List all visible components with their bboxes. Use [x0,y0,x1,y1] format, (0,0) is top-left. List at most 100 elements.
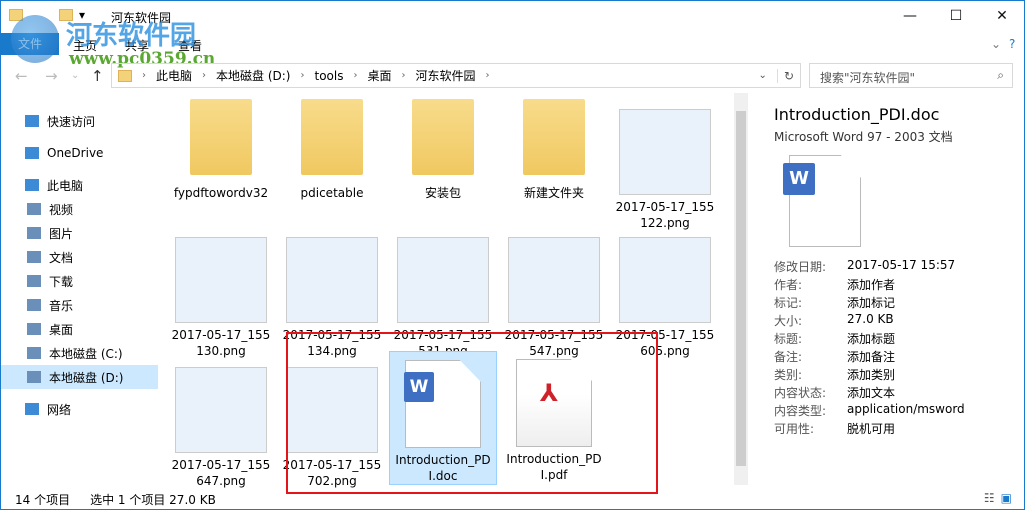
drive-icon [27,347,41,359]
scrollbar-thumb[interactable] [736,111,746,466]
breadcrumb[interactable]: 本地磁盘 (D:) [216,67,290,84]
sidebar-item[interactable]: 本地磁盘 (D:) [1,365,158,389]
details-title: Introduction_PDI.doc [774,105,940,124]
chevron-icon: › [142,70,146,81]
star-icon [25,115,39,127]
help-icon[interactable]: ? [1009,37,1015,51]
property-value: 2017-05-17 15:57 [847,258,956,272]
image-thumbnail-icon [175,237,267,323]
property-label: 可用性: [774,422,815,436]
image-thumbnail-icon [508,237,600,323]
vertical-scrollbar[interactable] [734,93,748,485]
chevron-icon: › [300,70,305,81]
property-value[interactable]: 添加标题 [847,330,895,348]
property-value[interactable]: 添加标记 [847,294,895,312]
breadcrumb[interactable]: 河东软件园 [415,67,475,84]
maximize-button[interactable]: ☐ [933,1,979,31]
breadcrumb[interactable]: 桌面 [367,67,391,84]
desktop-icon [27,323,41,335]
search-input[interactable]: 搜索"河东软件园" ⌕ [809,63,1013,88]
property-value[interactable]: 添加类别 [847,366,895,384]
file-item[interactable]: pdicetable [278,93,386,201]
chevron-icon: › [353,70,358,81]
sidebar-item-label: 桌面 [49,322,74,337]
sidebar-item-label: 图片 [49,226,74,241]
chevron-icon: › [401,70,406,81]
sidebar-item-label: 本地磁盘 (D:) [49,370,124,385]
property-label: 修改日期: [774,260,827,274]
property-value[interactable]: 添加备注 [847,348,895,366]
breadcrumb[interactable]: 此电脑 [156,67,192,84]
computer-icon [25,179,39,191]
document-icon [27,251,41,263]
file-name: 安装包 [424,186,461,200]
forward-icon[interactable]: → [45,67,58,85]
properties-list: 修改日期: 2017-05-17 15:57 作者: 添加作者 标记: 添加标记 大小: 27… [774,258,965,438]
item-count: 14 个项目 [15,493,71,507]
property-label: 作者: [774,278,803,292]
image-thumbnail-icon [397,237,489,323]
up-icon[interactable]: ↑ [91,67,104,85]
property-label: 备注: [774,350,803,364]
navigation-pane: 快速访问 OneDrive 此电脑视频图片文档下载音乐桌面本地磁盘 (C:) 本地磁盘… [1,101,158,481]
details-view-icon[interactable]: ☷ [984,491,995,505]
image-thumbnail-icon [619,237,711,323]
minimize-button[interactable]: — [887,1,933,31]
sidebar-item-label: 本地磁盘 (C:) [49,346,123,361]
sidebar-item[interactable]: 下载 [1,269,158,293]
sidebar-item[interactable]: 视频 [1,197,158,221]
sidebar-item-label: 文档 [49,250,74,265]
file-item[interactable]: 新建文件夹 [500,93,608,201]
folder-icon [118,69,132,82]
image-thumbnail-icon [286,237,378,323]
sidebar-item[interactable]: 本地磁盘 (C:) [1,341,158,365]
property-row: 作者: 添加作者 [774,276,965,294]
recent-icon[interactable]: ⌄ [71,70,79,81]
file-item[interactable]: 2017-05-17_155130.png [167,221,275,359]
property-row: 类别: 添加类别 [774,366,965,384]
property-value[interactable]: 添加作者 [847,276,895,294]
property-value[interactable]: 添加文本 [847,384,895,402]
property-row: 内容类型: application/msword [774,402,965,420]
property-label: 标题: [774,332,803,346]
sidebar-item[interactable]: 文档 [1,245,158,269]
dropdown-icon[interactable]: ⌄ [759,70,767,81]
sidebar-item[interactable]: OneDrive [1,141,158,165]
file-item[interactable]: fypdftowordv32 [167,93,275,201]
breadcrumb[interactable]: tools [314,69,343,83]
chevron-icon: › [485,70,490,81]
search-icon: ⌕ [997,68,1004,82]
sidebar-item[interactable]: 桌面 [1,317,158,341]
property-row: 标记: 添加标记 [774,294,965,312]
close-button[interactable]: ✕ [979,1,1025,31]
sidebar-item[interactable]: 网络 [1,397,158,421]
image-thumbnail-icon [175,367,267,453]
back-icon[interactable]: ← [15,67,28,85]
expand-ribbon-icon[interactable]: ⌄ [991,37,1001,51]
sidebar-item-label: 下载 [49,274,74,289]
sidebar-item[interactable]: 快速访问 [1,109,158,133]
refresh-icon[interactable]: ↻ [776,68,800,83]
details-pane: Introduction_PDI.doc Microsoft Word 97 -… [761,93,1025,485]
search-placeholder: 搜索"河东软件园" [820,71,916,85]
sidebar-item[interactable]: 此电脑 [1,173,158,197]
address-bar[interactable]: › 此电脑 › 本地磁盘 (D:) › tools › 桌面 › 河东软件园 › ⌄ ↻ [111,63,801,88]
folder-icon [190,99,252,175]
word-logo-icon: W [783,163,815,195]
sidebar-item[interactable]: 音乐 [1,293,158,317]
sidebar-item[interactable]: 图片 [1,221,158,245]
selection-info: 选中 1 个项目 27.0 KB [90,493,216,507]
file-name: fypdftowordv32 [173,186,269,200]
property-row: 备注: 添加备注 [774,348,965,366]
large-icons-view-icon[interactable]: ▣ [1001,491,1012,505]
folder-icon [301,99,363,175]
navigation-bar: ← → ⌄ ↑ › 此电脑 › 本地磁盘 (D:) › tools › 桌面 › 河东软件… [1,63,1025,89]
sidebar-item-label: 视频 [49,202,74,217]
property-value: 27.0 KB [847,312,894,326]
property-row: 标题: 添加标题 [774,330,965,348]
watermark-logo [11,15,59,63]
chevron-icon: › [202,70,207,81]
file-item[interactable]: 2017-05-17_155647.png [167,351,275,489]
file-item[interactable]: 2017-05-17_155122.png [611,93,719,231]
file-item[interactable]: 安装包 [389,93,497,201]
